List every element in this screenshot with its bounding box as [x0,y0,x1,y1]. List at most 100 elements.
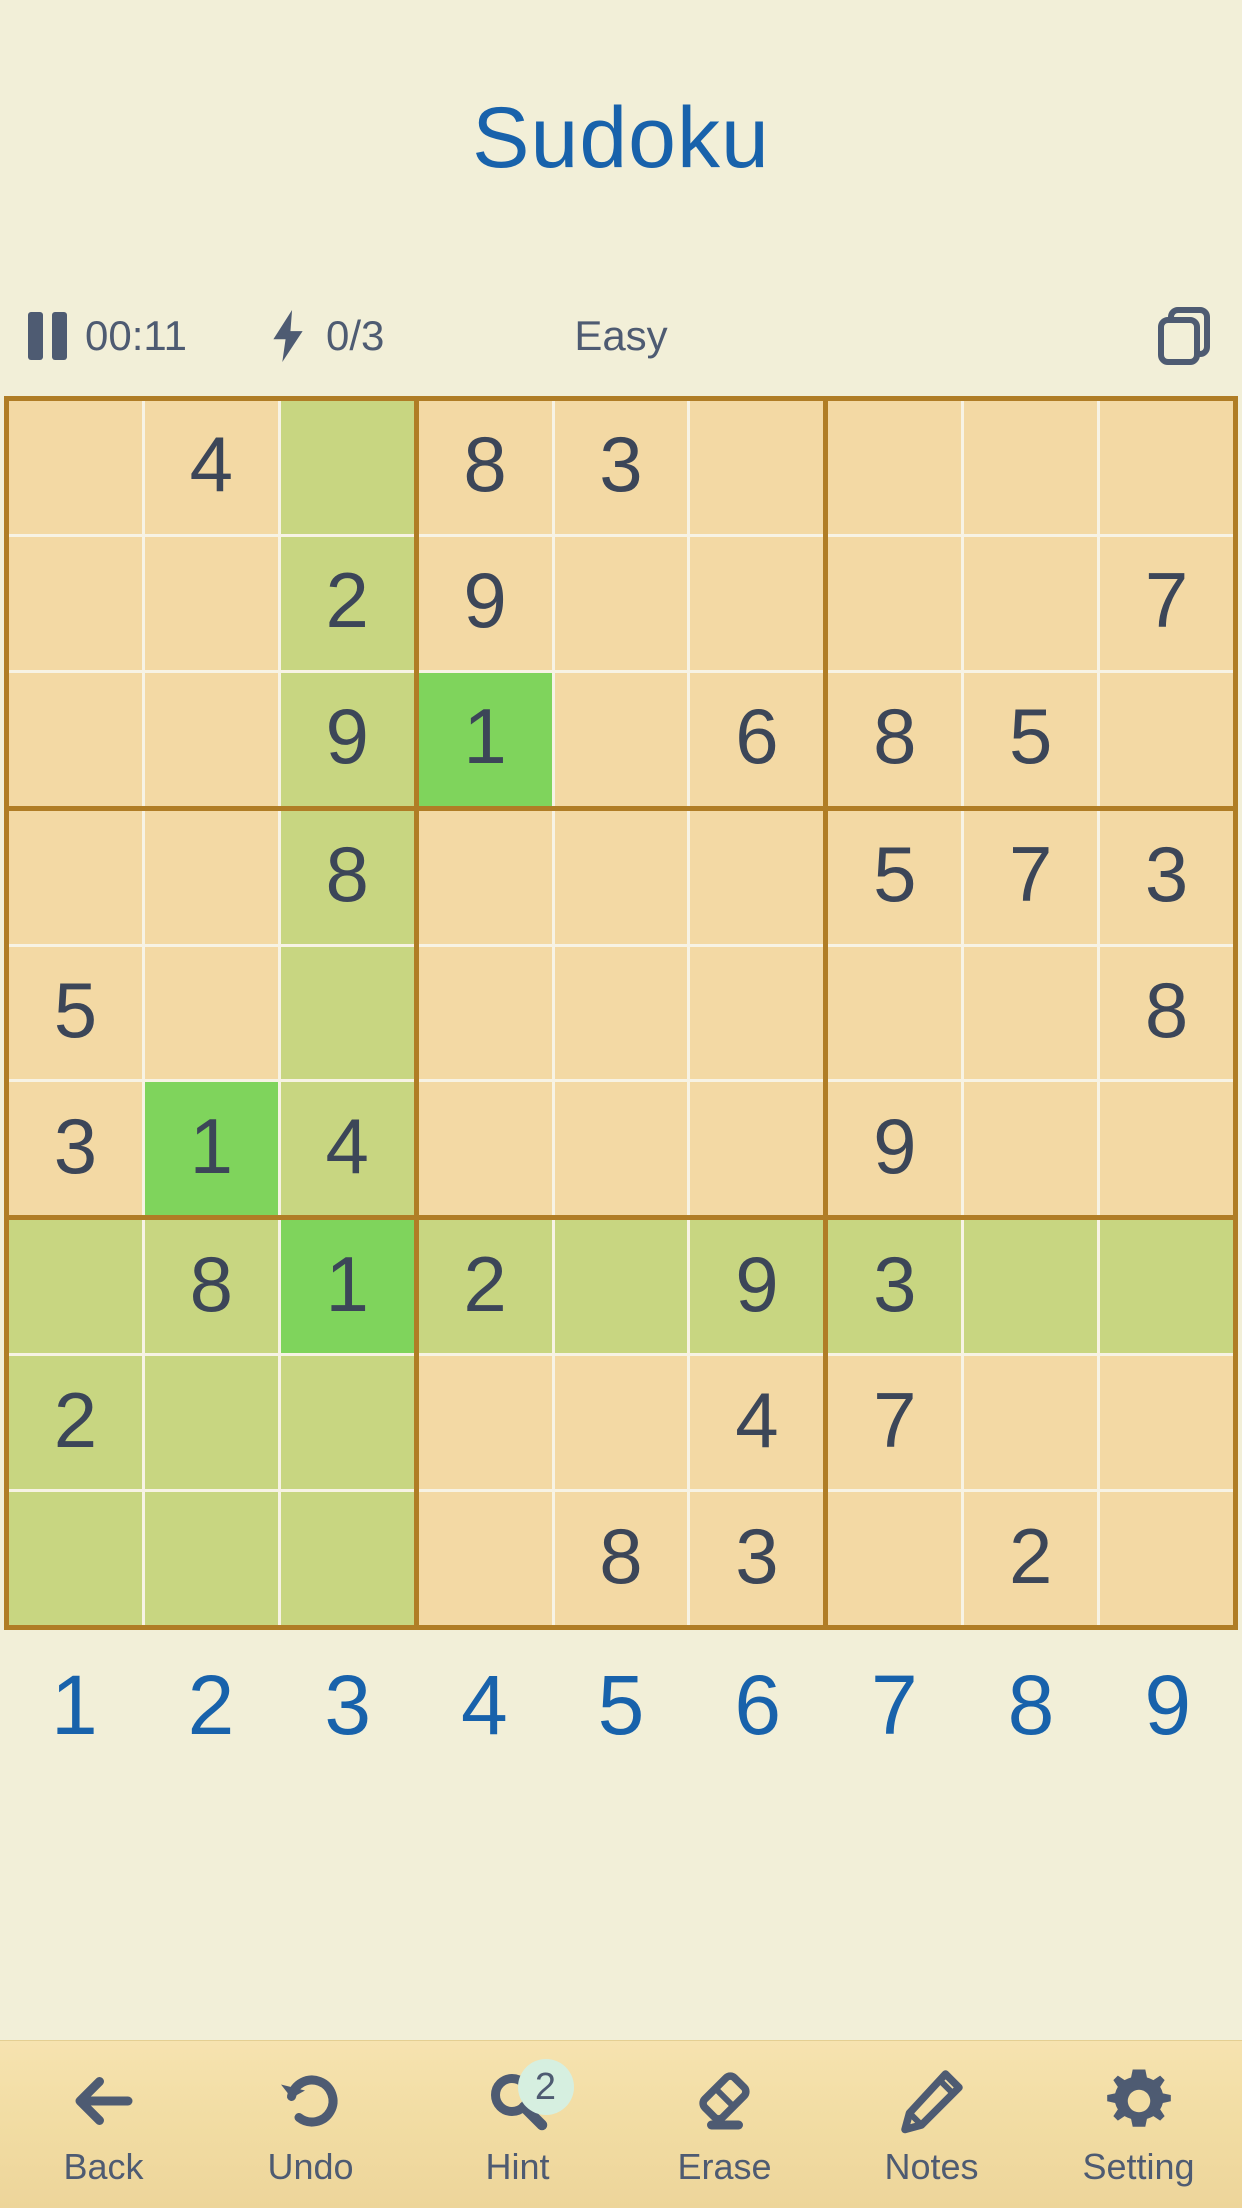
sudoku-cell[interactable] [1100,1492,1233,1625]
toolbar-back-button[interactable]: Back [0,2065,207,2185]
number-pad[interactable]: 123456789 [0,1630,1242,1780]
timer-group[interactable]: 00:11 [28,312,187,360]
sudoku-cell[interactable] [964,536,1098,670]
sudoku-cell[interactable] [1100,1220,1233,1354]
new-game-group[interactable] [1156,307,1212,365]
sudoku-cell[interactable]: 9 [418,536,552,670]
sudoku-cell[interactable]: 1 [280,1220,414,1354]
sudoku-cell[interactable] [554,810,688,944]
pause-icon[interactable] [28,312,67,360]
sudoku-cell[interactable] [418,810,552,944]
sudoku-cell[interactable]: 9 [828,1082,962,1216]
gear-icon[interactable] [1103,2065,1175,2137]
numpad-key-1[interactable]: 1 [6,1663,143,1747]
sudoku-cell[interactable]: 8 [418,401,552,534]
sudoku-cell[interactable] [280,1356,414,1490]
sudoku-cell[interactable] [9,1492,142,1625]
sudoku-cell[interactable] [280,401,414,534]
numpad-key-7[interactable]: 7 [826,1663,963,1747]
sudoku-cell[interactable]: 3 [828,1220,962,1354]
sudoku-cell[interactable]: 3 [9,1082,142,1216]
sudoku-cell[interactable] [554,946,688,1080]
sudoku-cell[interactable] [418,946,552,1080]
sudoku-cell[interactable] [828,401,962,534]
sudoku-cell[interactable] [554,1220,688,1354]
toolbar-undo-button[interactable]: Undo [207,2065,414,2185]
toolbar-erase-button[interactable]: Erase [621,2065,828,2185]
sudoku-cell[interactable]: 2 [280,536,414,670]
copy-icon[interactable] [1156,307,1212,365]
sudoku-cell[interactable]: 1 [418,672,552,806]
back-arrow-icon[interactable] [68,2065,140,2137]
sudoku-cell[interactable] [144,536,278,670]
sudoku-cell[interactable]: 2 [964,1492,1098,1625]
numpad-key-2[interactable]: 2 [143,1663,280,1747]
sudoku-cell[interactable]: 5 [9,946,142,1080]
sudoku-cell[interactable]: 7 [1100,536,1233,670]
sudoku-cell[interactable] [690,536,824,670]
sudoku-cell[interactable] [9,401,142,534]
sudoku-cell[interactable] [964,1356,1098,1490]
sudoku-cell[interactable]: 9 [690,1220,824,1354]
sudoku-cell[interactable] [690,946,824,1080]
sudoku-cell[interactable] [554,672,688,806]
sudoku-cell[interactable]: 8 [554,1492,688,1625]
sudoku-cell[interactable] [964,1220,1098,1354]
numpad-key-8[interactable]: 8 [963,1663,1100,1747]
sudoku-cell[interactable] [690,810,824,944]
sudoku-cell[interactable]: 4 [144,401,278,534]
toolbar-setting-button[interactable]: Setting [1035,2065,1242,2185]
sudoku-cell[interactable] [144,946,278,1080]
sudoku-cell[interactable]: 8 [828,672,962,806]
numpad-key-5[interactable]: 5 [553,1663,690,1747]
sudoku-cell[interactable]: 4 [690,1356,824,1490]
sudoku-cell[interactable]: 8 [144,1220,278,1354]
numpad-key-9[interactable]: 9 [1099,1663,1236,1747]
undo-icon[interactable] [275,2065,347,2137]
sudoku-cell[interactable] [554,1082,688,1216]
sudoku-cell[interactable]: 9 [280,672,414,806]
sudoku-cell[interactable] [1100,1356,1233,1490]
sudoku-cell[interactable]: 5 [964,672,1098,806]
sudoku-cell[interactable] [280,946,414,1080]
sudoku-cell[interactable] [144,1492,278,1625]
numpad-key-4[interactable]: 4 [416,1663,553,1747]
eraser-icon[interactable] [689,2065,761,2137]
sudoku-cell[interactable] [964,946,1098,1080]
sudoku-cell[interactable]: 7 [828,1356,962,1490]
sudoku-cell[interactable] [9,1220,142,1354]
sudoku-cell[interactable] [418,1082,552,1216]
sudoku-cell[interactable]: 2 [9,1356,142,1490]
sudoku-cell[interactable] [828,946,962,1080]
sudoku-cell[interactable]: 8 [280,810,414,944]
sudoku-cell[interactable] [828,536,962,670]
sudoku-cell[interactable] [964,1082,1098,1216]
magnifier-icon[interactable]: 2 [482,2058,574,2137]
sudoku-cell[interactable] [964,401,1098,534]
sudoku-cell[interactable]: 4 [280,1082,414,1216]
sudoku-cell[interactable] [828,1492,962,1625]
sudoku-cell[interactable] [1100,672,1233,806]
pencil-icon[interactable] [896,2065,968,2137]
sudoku-cell[interactable] [554,1356,688,1490]
sudoku-cell[interactable] [418,1356,552,1490]
sudoku-cell[interactable] [144,810,278,944]
sudoku-cell[interactable]: 3 [690,1492,824,1625]
sudoku-cell[interactable] [280,1492,414,1625]
sudoku-cell[interactable] [144,1356,278,1490]
sudoku-cell[interactable] [1100,401,1233,534]
sudoku-cell[interactable] [418,1492,552,1625]
numpad-key-6[interactable]: 6 [689,1663,826,1747]
sudoku-cell[interactable] [9,672,142,806]
toolbar-hint-button[interactable]: 2 Hint [414,2058,621,2185]
sudoku-cell[interactable] [554,536,688,670]
sudoku-board[interactable]: 4 2 9 8 3 9 1 6 7 8 5 8 5 3 1 4 5 7 3 8 9 8 1 2 2 9 4 8 3 3 7 2 [4,396,1238,1630]
toolbar-notes-button[interactable]: Notes [828,2065,1035,2185]
sudoku-cell[interactable]: 2 [418,1220,552,1354]
sudoku-cell[interactable]: 5 [828,810,962,944]
sudoku-cell[interactable]: 6 [690,672,824,806]
sudoku-cell[interactable] [144,672,278,806]
sudoku-cell[interactable] [690,401,824,534]
sudoku-cell[interactable] [9,810,142,944]
sudoku-cell[interactable]: 7 [964,810,1098,944]
